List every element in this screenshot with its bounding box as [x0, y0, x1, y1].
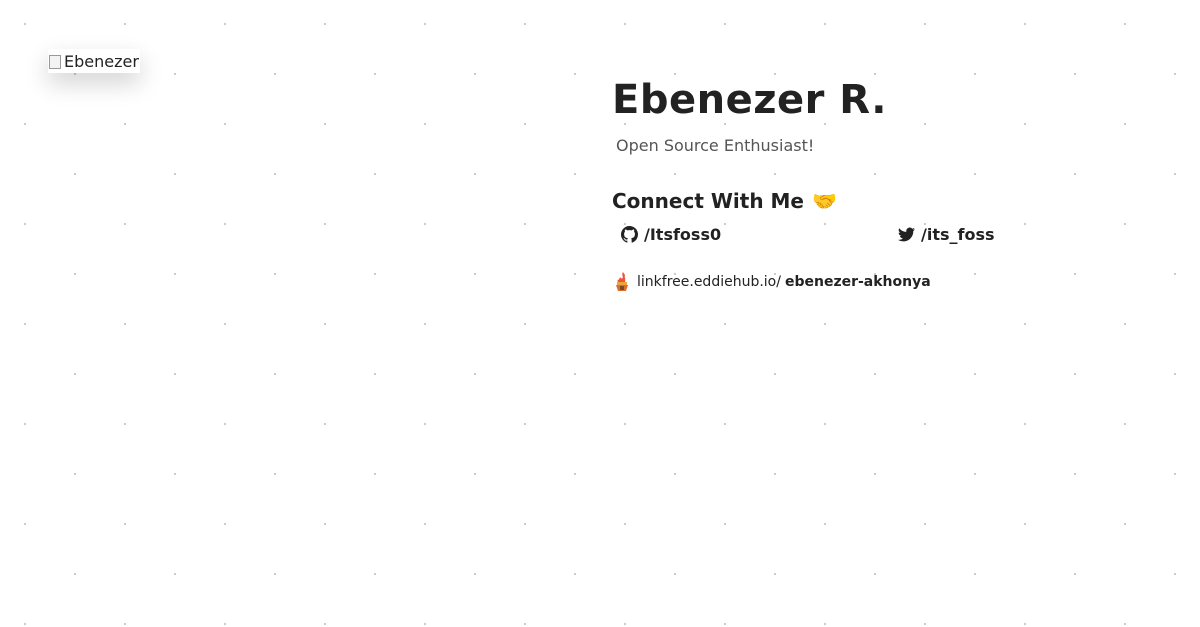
profile-name: Ebenezer R. — [612, 77, 887, 123]
profile-tagline: Open Source Enthusiast! — [616, 136, 815, 155]
linkfree-username: ebenezer-akhonya — [784, 274, 931, 290]
github-handle: /Itsfoss0 — [644, 225, 722, 244]
linkfree-logo-icon — [616, 272, 628, 291]
linkfree-link[interactable]: linkfree.eddiehub.io/ ebenezer-akhonya — [612, 271, 1172, 293]
avatar-alt-text: Ebenezer — [64, 51, 139, 71]
broken-image-icon — [48, 53, 62, 69]
avatar: Ebenezer — [48, 49, 140, 73]
github-icon — [621, 226, 638, 243]
profile-content: Ebenezer R. Open Source Enthusiast! Conn… — [612, 74, 1172, 293]
handshake-icon: 🤝 — [811, 189, 837, 213]
connect-heading: Connect With Me 🤝 — [612, 189, 1172, 213]
twitter-handle: /its_foss — [921, 225, 995, 244]
twitter-icon — [898, 227, 915, 242]
github-link[interactable]: /Itsfoss0 — [621, 225, 721, 244]
social-links: /Itsfoss0 /its_foss — [612, 225, 1172, 255]
connect-heading-label: Connect With Me — [612, 189, 804, 213]
page-background: Ebenezer Ebenezer R. Open Source Enthusi… — [0, 0, 1200, 627]
twitter-link[interactable]: /its_foss — [898, 225, 995, 244]
linkfree-domain: linkfree.eddiehub.io/ — [637, 274, 781, 290]
